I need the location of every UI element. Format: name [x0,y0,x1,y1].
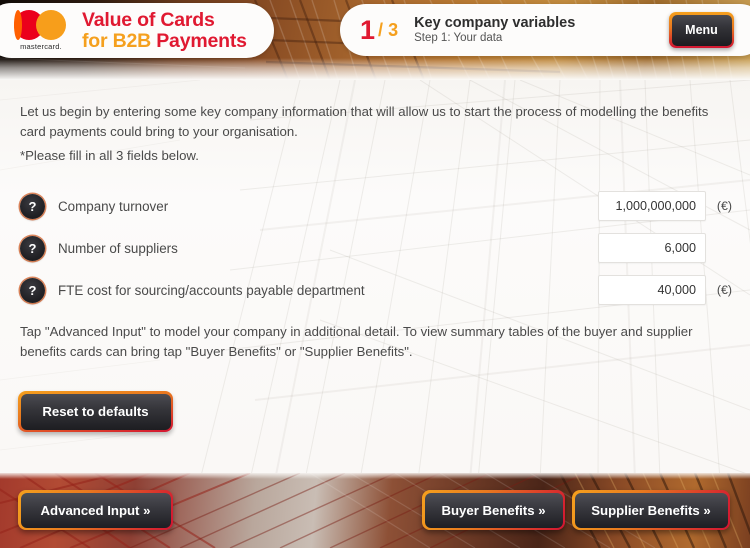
supplier-benefits-button[interactable]: Supplier Benefits » [572,490,730,530]
brand-pill: mastercard. Value of Cards for B2B Payme… [0,3,274,58]
menu-button[interactable]: Menu [669,12,734,48]
main-content: Let us begin by entering some key compan… [0,80,750,475]
page-footer: Advanced Input » Buyer Benefits » Suppli… [0,473,750,548]
menu-button-label: Menu [671,14,732,46]
advanced-input-button[interactable]: Advanced Input » [18,490,173,530]
input-fte-cost[interactable] [598,275,706,305]
input-company-turnover[interactable] [598,191,706,221]
step-subtitle: Step 1: Your data [414,31,503,44]
question-mark-icon[interactable]: ? [20,277,45,303]
input-number-of-suppliers[interactable] [598,233,706,263]
unit-company-turnover: (€) [716,199,732,213]
question-mark-icon[interactable]: ? [20,235,45,261]
mastercard-orange-circle [36,10,66,40]
unit-fte-cost: (€) [716,283,732,297]
form-row-fte-cost: ? FTE cost for sourcing/accounts payable… [20,273,732,307]
tap-instructions-paragraph: Tap "Advanced Input" to model your compa… [20,324,693,360]
header-bottom-fade [0,58,750,80]
page-header: mastercard. Value of Cards for B2B Payme… [0,0,750,80]
app-root: mastercard. Value of Cards for B2B Payme… [0,0,750,548]
field-label-number-of-suppliers: Number of suppliers [58,240,178,256]
mastercard-logo-icon: mastercard. [10,10,72,51]
step-current-number: 1 [360,14,376,45]
brand-title-line1: Value of Cards [82,9,215,32]
buyer-benefits-button[interactable]: Buyer Benefits » [422,490,565,530]
brand-title-line2: for B2B Payments [82,29,247,52]
field-label-company-turnover: Company turnover [58,198,169,214]
reset-to-defaults-button[interactable]: Reset to defaults [18,391,173,432]
supplier-benefits-label: Supplier Benefits » [574,492,728,528]
advanced-input-label: Advanced Input » [20,492,171,528]
mastercard-overlap-shape [14,10,22,40]
brand-title: Value of Cards for B2B Payments [82,10,247,50]
step-total-number: / 3 [378,20,398,41]
step-title: Key company variables [414,14,576,31]
question-mark-icon[interactable]: ? [20,193,45,219]
brand-title-line2-orange: for B2B [82,29,152,52]
buyer-benefits-label: Buyer Benefits » [424,492,563,528]
form-row-number-of-suppliers: ? Number of suppliers [20,231,732,265]
step-total-value: 3 [388,19,399,40]
footer-top-fade [0,473,750,479]
mastercard-wordmark: mastercard. [20,42,62,51]
intro-paragraph: Let us begin by entering some key compan… [20,104,709,140]
brand-title-line2-red: Payments [151,29,247,52]
form-row-company-turnover: ? Company turnover (€) [20,189,732,223]
mastercard-circles-icon [14,10,68,40]
step-text-block: Key company variables Step 1: Your data [414,15,575,46]
step-separator: / [378,19,384,40]
field-label-fte-cost: FTE cost for sourcing/accounts payable d… [58,282,365,298]
reset-to-defaults-label: Reset to defaults [20,393,171,430]
note-paragraph: *Please fill in all 3 fields below. [20,148,199,163]
